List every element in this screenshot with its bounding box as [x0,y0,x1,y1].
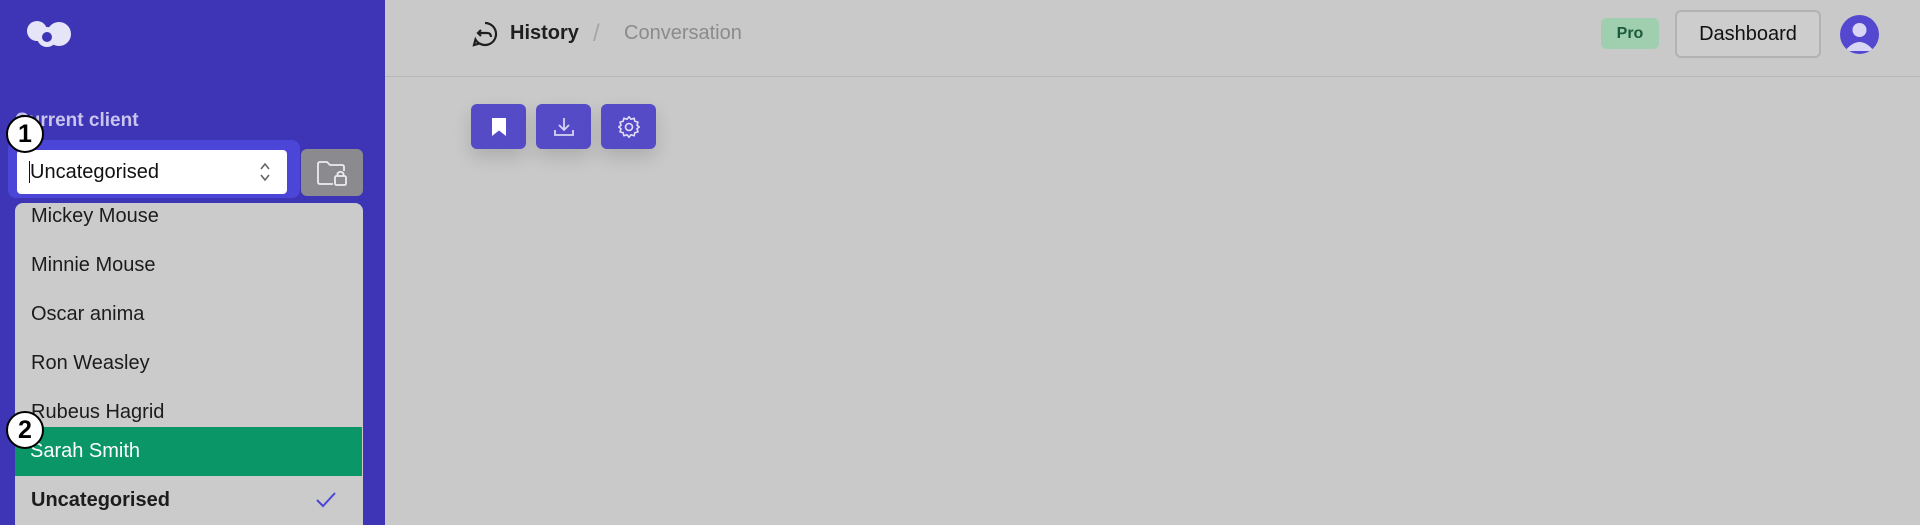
text-caret [29,161,30,183]
breadcrumb-history[interactable]: History [510,22,579,45]
client-select-value: Uncategorised [30,161,159,183]
check-icon [316,492,336,508]
settings-button[interactable] [601,104,656,149]
client-dropdown-list: Mickey Mouse Minnie Mouse Oscar anima Ro… [15,203,363,525]
gear-icon [617,115,640,138]
app-logo[interactable] [26,20,72,48]
client-select[interactable]: Uncategorised [17,150,287,194]
dropdown-option[interactable]: Oscar anima [15,290,363,339]
sidebar: Current client Uncategorised Mickey Mous… [0,0,385,525]
dropdown-option-label: Uncategorised [31,489,170,511]
annotation-marker-1: 1 [6,115,44,153]
dropdown-option[interactable]: Minnie Mouse [15,241,363,290]
user-icon [1845,23,1874,51]
dropdown-option-selected[interactable]: Uncategorised [15,476,363,525]
download-button[interactable] [536,104,591,149]
folder-lock-icon [317,160,347,186]
annotation-marker-2: 2 [6,411,44,449]
dropdown-option-highlighted[interactable]: Sarah Smith [15,427,362,476]
bookmark-icon [491,117,506,136]
top-header: History / Conversation Pro Dashboard [385,0,1920,77]
dropdown-option[interactable]: Mickey Mouse [15,203,363,241]
dropdown-option[interactable]: Ron Weasley [15,339,363,388]
download-icon [553,117,574,136]
breadcrumb-current: Conversation [624,22,742,44]
chevron-up-down-icon [260,162,270,182]
bookmark-button[interactable] [471,104,526,149]
dashboard-button[interactable]: Dashboard [1675,10,1821,58]
breadcrumb-separator: / [593,20,600,47]
user-avatar[interactable] [1840,15,1879,54]
folder-lock-button[interactable] [301,149,363,196]
pro-badge: Pro [1601,18,1659,49]
history-icon [472,21,498,47]
